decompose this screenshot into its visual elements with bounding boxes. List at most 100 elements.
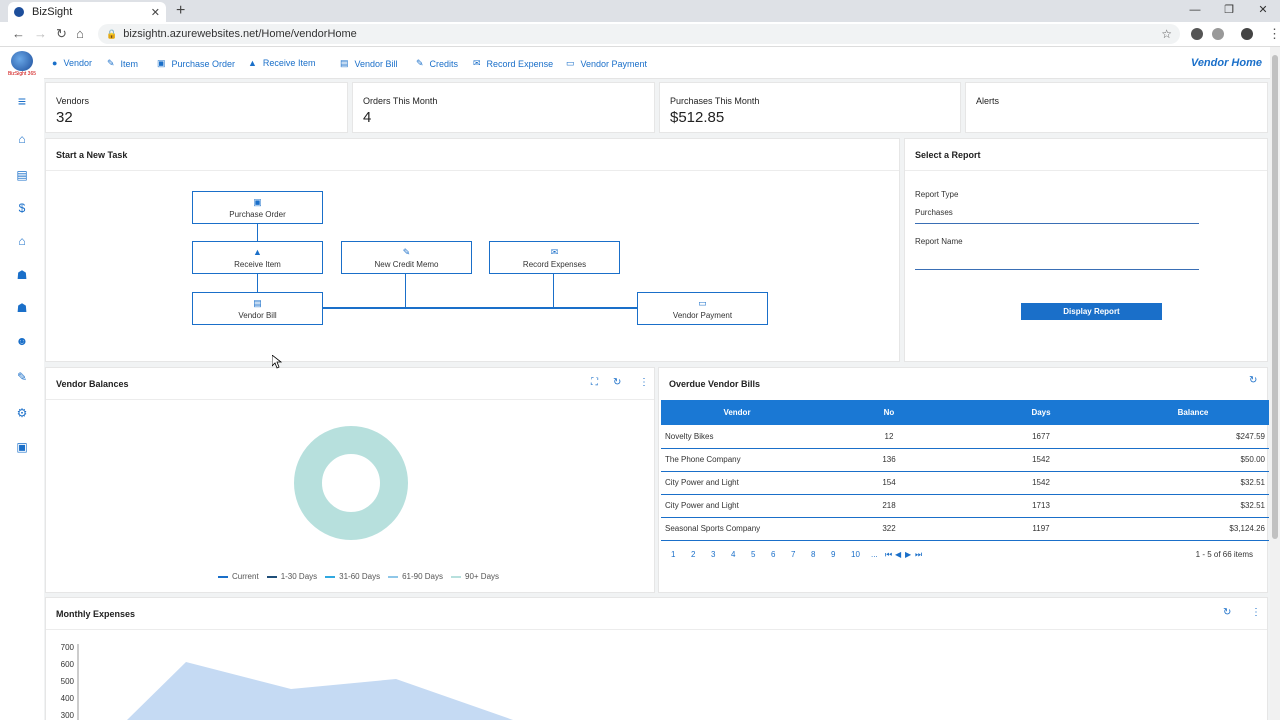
profile-icon[interactable] [1241, 28, 1253, 40]
legend-item[interactable]: Current [218, 572, 259, 581]
chart-nav-icon[interactable]: ▣ [14, 439, 30, 455]
window-controls: — ❐ ✕ [1178, 0, 1280, 22]
more-menu-icon[interactable]: ⋮ [1251, 607, 1261, 618]
table-row[interactable]: City Power and Light 218 1713 $32.51 [661, 494, 1269, 518]
page-link[interactable]: 9 [831, 550, 851, 560]
legend-item[interactable]: 61-90 Days [388, 572, 443, 581]
divider [905, 170, 1267, 171]
y-tick-label: 300 [60, 711, 74, 720]
table-row[interactable]: Seasonal Sports Company 322 1197 $3,124.… [661, 517, 1269, 541]
nav-vendor-payment-label: Vendor Payment [580, 58, 648, 69]
reload-icon[interactable]: ↻ [56, 26, 67, 42]
nav-vendor[interactable]: ● Vendor [52, 58, 92, 68]
report-type-select[interactable]: Purchases [915, 208, 953, 217]
cell-balance: $247.59 [1117, 425, 1269, 449]
extension-icon[interactable] [1212, 28, 1224, 40]
cell-days: 1542 [965, 448, 1117, 472]
card-icon: ▭ [698, 298, 707, 308]
task-vendor-bill[interactable]: ▤ Vendor Bill [192, 292, 323, 325]
nav-vendor-payment[interactable]: ▭ Vendor Payment [566, 58, 647, 69]
dollar-nav-icon[interactable]: $ [14, 200, 30, 216]
bank-nav-icon[interactable]: ⌂ [14, 233, 30, 249]
legend-swatch [266, 575, 277, 578]
app-logo[interactable]: BizSight 365 [6, 51, 38, 79]
more-menu-icon[interactable]: ⋮ [639, 377, 649, 388]
page-ellipsis[interactable]: ... [871, 550, 885, 560]
wrench-nav-icon[interactable]: ✎ [14, 369, 30, 385]
page-link[interactable]: 10 [851, 550, 871, 560]
nav-purchase-order[interactable]: ▣ Purchase Order [157, 58, 235, 69]
extension-icon[interactable] [1191, 28, 1203, 40]
page-link[interactable]: 4 [731, 550, 751, 560]
page-info: 1 - 5 of 66 items [1195, 550, 1253, 559]
browser-tab[interactable]: BizSight ✕ [8, 2, 166, 22]
column-header-no[interactable]: No [813, 400, 965, 425]
nav-credits[interactable]: ✎ Credits [416, 58, 458, 69]
nav-record-expense[interactable]: ✉ Record Expense [473, 58, 553, 69]
page-link[interactable]: 7 [791, 550, 811, 560]
divider [46, 629, 1267, 630]
legend-swatch [388, 575, 399, 578]
nav-purchase-order-label: Purchase Order [171, 58, 236, 69]
task-new-credit-memo[interactable]: ✎ New Credit Memo [341, 241, 472, 274]
fullscreen-icon[interactable]: ⛶ [591, 377, 598, 388]
bookmark-star-icon[interactable]: ☆ [1161, 27, 1172, 41]
refresh-icon[interactable]: ↻ [1249, 375, 1257, 386]
donut-ring [294, 426, 408, 540]
page-link[interactable]: 3 [711, 550, 731, 560]
refresh-icon[interactable]: ↻ [1223, 607, 1231, 618]
url-field[interactable]: 🔒 bizsightn.azurewebsites.net/Home/vendo… [98, 24, 1180, 44]
legend-item[interactable]: 31-60 Days [325, 572, 380, 581]
tab-close-icon[interactable]: ✕ [151, 6, 160, 19]
task-receive-item[interactable]: ▲ Receive Item [192, 241, 323, 274]
page-link[interactable]: 2 [691, 550, 711, 560]
nav-vendor-bill[interactable]: ▤ Vendor Bill [340, 58, 398, 69]
refresh-icon[interactable]: ↻ [613, 377, 621, 388]
page-link[interactable]: 8 [811, 550, 831, 560]
hamburger-menu-icon[interactable]: ≡ [14, 93, 30, 109]
home-nav-icon[interactable]: ⌂ [14, 131, 30, 147]
back-icon[interactable]: ← [12, 26, 25, 41]
page-link[interactable]: 6 [771, 550, 791, 560]
scrollbar-thumb[interactable] [1272, 55, 1278, 539]
table-row[interactable]: Novelty Bikes 12 1677 $247.59 [661, 425, 1269, 449]
display-report-button[interactable]: Display Report [1021, 303, 1162, 320]
table-row[interactable]: The Phone Company 136 1542 $50.00 [661, 448, 1269, 472]
table-row[interactable]: City Power and Light 154 1542 $32.51 [661, 471, 1269, 495]
column-header-vendor[interactable]: Vendor [661, 400, 813, 425]
legend-item[interactable]: 90+ Days [451, 572, 499, 581]
table-header-row: Vendor No Days Balance [661, 400, 1269, 425]
stat-card-orders: Orders This Month 4 [352, 82, 655, 133]
nav-item[interactable]: ✎ Item [107, 58, 138, 69]
minimize-button[interactable]: — [1178, 0, 1212, 22]
page-link[interactable]: 1 [671, 550, 691, 560]
next-page-icon[interactable]: ▶ [905, 550, 915, 560]
forward-icon[interactable]: → [34, 26, 47, 41]
window-close-button[interactable]: ✕ [1246, 0, 1280, 22]
task-vendor-payment[interactable]: ▭ Vendor Payment [637, 292, 768, 325]
column-header-days[interactable]: Days [965, 400, 1117, 425]
nav-receive-item[interactable]: ▲ Receive Item [248, 58, 315, 68]
page-link[interactable]: 5 [751, 550, 771, 560]
new-tab-button[interactable]: + [176, 2, 185, 20]
page-scrollbar[interactable] [1270, 47, 1280, 720]
person-nav-icon[interactable]: ☻ [14, 333, 30, 349]
task-record-expenses[interactable]: ✉ Record Expenses [489, 241, 620, 274]
stat-card-vendors: Vendors 32 [45, 82, 348, 133]
prev-page-icon[interactable]: ◀ [895, 550, 905, 560]
legend-item[interactable]: 1-30 Days [266, 572, 317, 581]
legend-label: 61-90 Days [402, 572, 443, 581]
column-header-balance[interactable]: Balance [1117, 400, 1269, 425]
last-page-icon[interactable]: ⏭ [915, 550, 925, 560]
group-nav-icon[interactable]: ☗ [14, 267, 30, 283]
task-purchase-order[interactable]: ▣ Purchase Order [192, 191, 323, 224]
users-nav-icon[interactable]: ☗ [14, 300, 30, 316]
menu-dots-icon[interactable]: ⋮ [1268, 26, 1280, 42]
home-icon[interactable]: ⌂ [76, 26, 84, 41]
lock-icon: 🔒 [106, 28, 118, 39]
document-nav-icon[interactable]: ▤ [14, 167, 30, 183]
cell-balance: $50.00 [1117, 448, 1269, 472]
settings-nav-icon[interactable]: ⚙ [14, 405, 30, 421]
restore-button[interactable]: ❐ [1212, 0, 1246, 22]
first-page-icon[interactable]: ⏮ [885, 550, 895, 560]
